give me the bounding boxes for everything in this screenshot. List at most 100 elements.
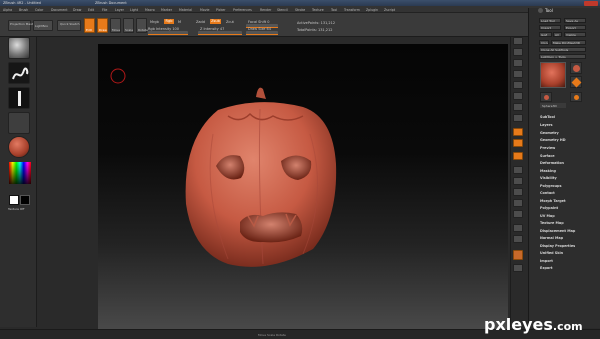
menu-draw[interactable]: Draw (73, 8, 81, 12)
projection-master-button[interactable]: Projection Master (8, 20, 36, 31)
menu-brush[interactable]: Brush (19, 8, 28, 12)
menu-geometry-hd[interactable]: Geometry HD (540, 138, 566, 142)
scroll-icon[interactable] (513, 59, 523, 67)
load-tool-button[interactable]: Load Tool (539, 18, 561, 23)
menu-layers[interactable]: Layers (540, 123, 553, 127)
menu-light[interactable]: Light (130, 8, 138, 12)
menu-zplugin[interactable]: Zplugin (366, 8, 378, 12)
draw-button[interactable]: Draw (97, 18, 108, 33)
menu-deformation[interactable]: Deformation (540, 161, 564, 165)
menu-morph-target[interactable]: Morph Target (540, 199, 566, 203)
clone-all-subtools-button[interactable]: Clone All SubTools (539, 47, 586, 52)
menu-displacement-map[interactable]: Displacement Map (540, 229, 575, 233)
solo-icon[interactable] (513, 250, 523, 260)
main-color-swatch[interactable] (9, 195, 19, 205)
clone-button[interactable]: Clone (539, 40, 549, 45)
stroke-thumbnail[interactable] (8, 62, 30, 84)
document-canvas[interactable] (98, 44, 508, 331)
menu-subtool[interactable]: SubTool (540, 115, 555, 119)
rgb-intensity-slider[interactable] (148, 31, 188, 35)
ghost-icon[interactable] (513, 235, 523, 243)
menu-unified-skin[interactable]: Unified Skin (540, 251, 563, 255)
tool-polymesh-thumb[interactable] (570, 92, 582, 102)
alpha-thumbnail[interactable] (8, 87, 30, 109)
scale-button[interactable]: Scale (123, 18, 134, 33)
menu-movie[interactable]: Movie (200, 8, 209, 12)
actual-icon[interactable] (513, 81, 523, 89)
menu-surface[interactable]: Surface (540, 154, 555, 158)
menu-texture[interactable]: Texture (312, 8, 324, 12)
rotate-button[interactable]: Rotate (136, 18, 148, 33)
zoom-icon[interactable] (513, 70, 523, 78)
current-tool-thumbnail[interactable] (540, 62, 566, 88)
menu-normal-map[interactable]: Normal Map (540, 236, 563, 240)
menu-masking[interactable]: Masking (540, 169, 556, 173)
transp-icon[interactable] (513, 224, 523, 232)
mrgb-toggle[interactable]: Mrgb (150, 20, 159, 24)
rgb-toggle[interactable]: Rgb (164, 19, 174, 24)
menu-export[interactable]: Export (540, 266, 553, 270)
persp-icon[interactable] (513, 103, 523, 111)
menu-transform[interactable]: Transform (344, 8, 360, 12)
close-window-button[interactable] (584, 0, 598, 6)
menu-render[interactable]: Render (260, 8, 271, 12)
import-button[interactable]: Import (539, 25, 561, 30)
menu-file[interactable]: File (102, 8, 107, 12)
menu-uv-map[interactable]: UV Map (540, 214, 555, 218)
move-button[interactable]: Move (110, 18, 121, 33)
tool-sphere-thumb[interactable] (570, 62, 582, 74)
floor-icon[interactable] (513, 114, 523, 122)
menu-import[interactable]: Import (540, 259, 553, 263)
edit-button[interactable]: Edit (84, 18, 95, 33)
menu-macro[interactable]: Macro (145, 8, 155, 12)
color-picker[interactable] (9, 162, 31, 184)
scale-view-icon[interactable] (513, 188, 523, 196)
zcut-toggle[interactable]: Zcut (226, 20, 234, 24)
menu-stroke[interactable]: Stroke (295, 8, 305, 12)
frame-icon[interactable] (513, 166, 523, 174)
menu-texture-map[interactable]: Texture Map (540, 221, 564, 225)
lightbox-tools-button[interactable]: Lightbox > Tools (539, 54, 586, 59)
menu-layer[interactable]: Layer (115, 8, 124, 12)
material-thumbnail[interactable] (8, 136, 30, 158)
make-polymesh-button[interactable]: Make PolyMesh3D (551, 40, 586, 45)
menu-polygroups[interactable]: Polygroups (540, 184, 561, 188)
move-view-icon[interactable] (513, 177, 523, 185)
menu-marker[interactable]: Marker (161, 8, 172, 12)
menu-polypaint[interactable]: Polypaint (540, 206, 558, 210)
tool-small-thumb[interactable] (540, 92, 552, 102)
lightbox-button[interactable]: LightBox (33, 20, 53, 31)
brush-thumbnail[interactable] (8, 37, 30, 59)
polyf-icon[interactable] (513, 210, 523, 218)
menu-material[interactable]: Material (179, 8, 192, 12)
zadd-toggle[interactable]: Zadd (196, 20, 205, 24)
menu-zscript[interactable]: Zscript (384, 8, 395, 12)
menu-visibility[interactable]: Visibility (540, 176, 557, 180)
menu-contact[interactable]: Contact (540, 191, 555, 195)
menu-picker[interactable]: Picker (216, 8, 226, 12)
lsym-icon[interactable] (513, 139, 523, 147)
all-button[interactable]: All (553, 32, 562, 37)
rotate-view-icon[interactable] (513, 199, 523, 207)
menu-document[interactable]: Document (51, 8, 68, 12)
visible-button[interactable]: Visible (564, 32, 586, 37)
secondary-color-swatch[interactable] (20, 195, 30, 205)
zsub-toggle[interactable]: Zsub (210, 19, 221, 24)
spix-icon[interactable] (513, 48, 523, 56)
menu-color[interactable]: Color (35, 8, 43, 12)
quick-sketch-button[interactable]: Quick Sketch (57, 20, 81, 31)
draw-size-slider[interactable] (246, 31, 278, 35)
export-button[interactable]: Export (564, 25, 586, 30)
menu-alpha[interactable]: Alpha (3, 8, 12, 12)
m-toggle[interactable]: M (178, 20, 181, 24)
palette-toggle-icon[interactable] (538, 8, 543, 13)
xpose-icon[interactable] (513, 264, 523, 272)
menu-display-properties[interactable]: Display Properties (540, 244, 575, 248)
bpr-icon[interactable] (513, 37, 523, 45)
z-intensity-slider[interactable] (198, 31, 242, 35)
goz-button[interactable]: GoZ (539, 32, 552, 37)
local-icon[interactable] (513, 128, 523, 136)
save-as-button[interactable]: Save As (564, 18, 586, 23)
texture-thumbnail[interactable] (8, 112, 30, 134)
aahalf-icon[interactable] (513, 92, 523, 100)
